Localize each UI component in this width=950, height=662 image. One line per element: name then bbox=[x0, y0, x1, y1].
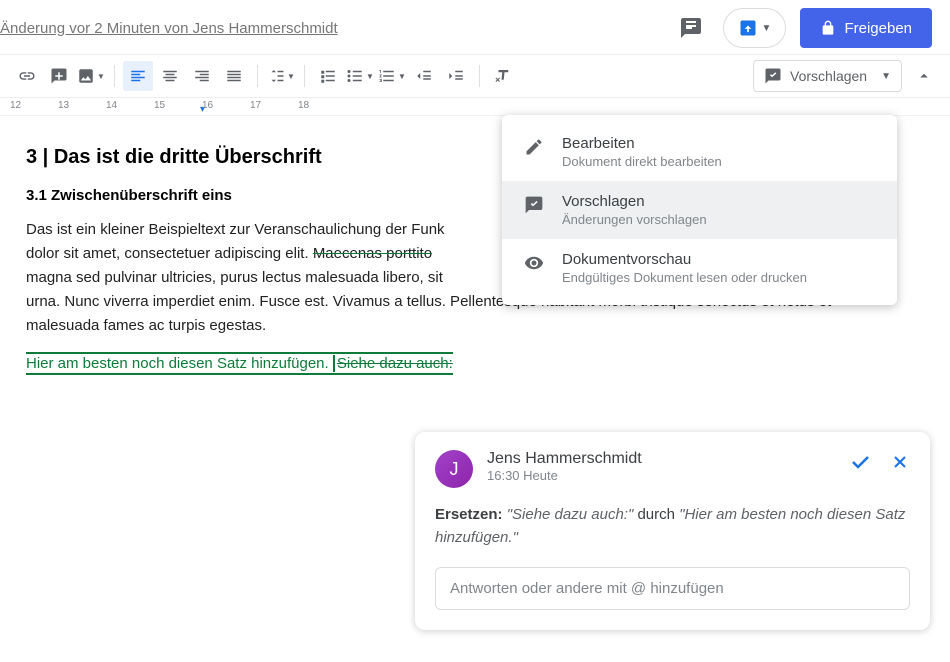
text-run: dolor sit amet, consectetuer adipiscing … bbox=[26, 245, 313, 262]
mode-item-sub: Änderungen vorschlagen bbox=[562, 212, 707, 227]
mode-item-sub: Dokument direkt bearbeiten bbox=[562, 154, 722, 169]
chevron-down-icon: ▼ bbox=[881, 71, 891, 82]
ruler-tick: 14 bbox=[106, 100, 117, 111]
mode-item-edit[interactable]: Bearbeiten Dokument direkt bearbeiten bbox=[502, 123, 897, 181]
close-icon bbox=[890, 452, 910, 472]
mode-item-title: Vorschlagen bbox=[562, 193, 707, 210]
share-button[interactable]: Freigeben bbox=[800, 8, 932, 48]
editing-mode-menu: Bearbeiten Dokument direkt bearbeiten Vo… bbox=[502, 115, 897, 305]
accept-suggestion-button[interactable] bbox=[848, 450, 872, 474]
insert-image-button[interactable]: ▼ bbox=[76, 61, 106, 91]
text-run: Das ist ein kleiner Beispieltext zur Ver… bbox=[26, 221, 445, 238]
text-run: magna sed pulvinar ultricies, purus lect… bbox=[26, 269, 443, 286]
check-icon bbox=[848, 450, 872, 474]
ruler-tick: 15 bbox=[154, 100, 165, 111]
numbered-list-button[interactable]: ▼ bbox=[377, 61, 407, 91]
ruler[interactable]: 12 13 14 15 ▾ 16 17 18 bbox=[0, 98, 950, 116]
present-button[interactable]: ▼ bbox=[723, 8, 787, 48]
increase-indent-button[interactable] bbox=[441, 61, 471, 91]
mode-item-suggest[interactable]: Vorschlagen Änderungen vorschlagen bbox=[502, 181, 897, 239]
suggested-edit[interactable]: Hier am besten noch diesen Satz hinzufüg… bbox=[26, 352, 453, 375]
align-justify-button[interactable] bbox=[219, 61, 249, 91]
reply-input[interactable]: Antworten oder andere mit @ hinzufügen bbox=[435, 567, 910, 610]
suggestion-time: 16:30 Heute bbox=[487, 468, 834, 483]
insert-link-button[interactable] bbox=[12, 61, 42, 91]
separator bbox=[479, 65, 480, 87]
editing-mode-button[interactable]: Vorschlagen ▼ bbox=[753, 60, 902, 92]
reject-suggestion-button[interactable] bbox=[890, 452, 910, 472]
ruler-tick: 16 bbox=[202, 100, 213, 111]
suggested-insert: Hier am besten noch diesen Satz hinzufüg… bbox=[26, 355, 333, 372]
mode-item-title: Bearbeiten bbox=[562, 135, 722, 152]
share-button-label: Freigeben bbox=[844, 20, 912, 37]
history-text[interactable]: Änderung vor 2 Minuten von Jens Hammersc… bbox=[0, 20, 338, 37]
comment-icon bbox=[679, 16, 703, 40]
clear-formatting-button[interactable] bbox=[488, 61, 518, 91]
mode-button-label: Vorschlagen bbox=[790, 68, 867, 84]
align-left-button[interactable] bbox=[123, 61, 153, 91]
checklist-button[interactable] bbox=[313, 61, 343, 91]
align-right-button[interactable] bbox=[187, 61, 217, 91]
suggestion-connector: durch bbox=[633, 506, 679, 523]
mode-item-viewing[interactable]: Dokumentvorschau Endgültiges Dokument le… bbox=[502, 239, 897, 297]
ruler-tick: 12 bbox=[10, 100, 21, 111]
suggestion-action-label: Ersetzen: bbox=[435, 506, 503, 523]
align-center-button[interactable] bbox=[155, 61, 185, 91]
ruler-tick: 17 bbox=[250, 100, 261, 111]
avatar: J bbox=[435, 450, 473, 488]
present-arrow-icon bbox=[738, 18, 758, 38]
add-comment-button[interactable] bbox=[44, 61, 74, 91]
suggestion-body: Ersetzen: "Siehe dazu auch:" durch "Hier… bbox=[435, 504, 910, 549]
suggest-mode-icon bbox=[764, 67, 782, 85]
suggest-icon bbox=[524, 195, 546, 215]
suggestion-old-text: "Siehe dazu auch:" bbox=[507, 506, 634, 523]
separator bbox=[304, 65, 305, 87]
pencil-icon bbox=[524, 137, 546, 157]
decrease-indent-button[interactable] bbox=[409, 61, 439, 91]
mode-item-sub: Endgültiges Dokument lesen oder drucken bbox=[562, 270, 807, 285]
bullet-list-button[interactable]: ▼ bbox=[345, 61, 375, 91]
open-comments-button[interactable] bbox=[673, 10, 709, 46]
ruler-tick: 13 bbox=[58, 100, 69, 111]
chevron-up-icon bbox=[915, 67, 933, 85]
suggested-delete: Siehe dazu auch: bbox=[333, 355, 453, 372]
eye-icon bbox=[524, 253, 546, 273]
author-name: Jens Hammerschmidt bbox=[487, 450, 834, 468]
collapse-toolbar-button[interactable] bbox=[910, 62, 938, 90]
chevron-down-icon: ▼ bbox=[762, 23, 772, 34]
deleted-text: Maecenas porttito bbox=[313, 245, 432, 262]
mode-item-title: Dokumentvorschau bbox=[562, 251, 807, 268]
ruler-tick: 18 bbox=[298, 100, 309, 111]
toolbar: ▼ ▼ ▼ ▼ Vorschlagen ▼ bbox=[0, 54, 950, 98]
separator bbox=[257, 65, 258, 87]
suggestion-card: J Jens Hammerschmidt 16:30 Heute Ersetze… bbox=[415, 432, 930, 630]
line-spacing-button[interactable]: ▼ bbox=[266, 61, 296, 91]
lock-icon bbox=[820, 20, 836, 36]
separator bbox=[114, 65, 115, 87]
